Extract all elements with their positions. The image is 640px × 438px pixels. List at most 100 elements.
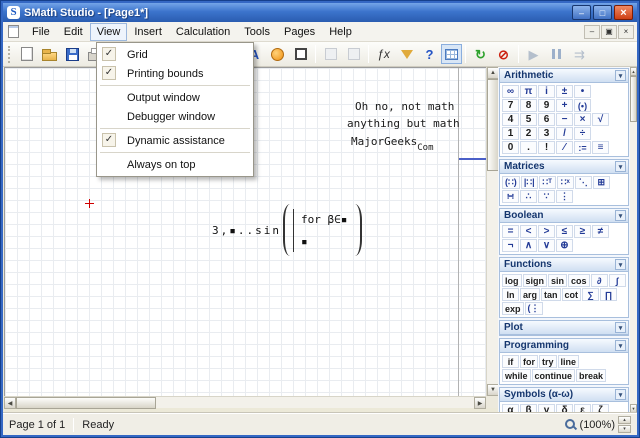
menu-calculation[interactable]: Calculation [169,23,237,41]
palette-button[interactable]: break [576,369,607,382]
palette-button[interactable]: − [556,113,573,126]
palette-button[interactable]: ∫ [608,274,626,287]
palette-button[interactable]: ∞ [502,85,519,98]
menu-item-printing-bounds[interactable]: ✓ Printing bounds [97,64,253,83]
palette-button[interactable]: 5 [520,113,537,126]
palette-button[interactable]: ε [574,404,591,413]
palette-button[interactable]: cot [561,288,582,301]
menu-item-debugger-window[interactable]: Debugger window [97,107,253,126]
menu-item-dynamic-assistance[interactable]: ✓ Dynamic assistance [97,131,253,150]
function-button[interactable]: ƒx [372,43,395,65]
palette-button[interactable]: ∷ˣ [556,176,574,189]
stop-button[interactable]: ⊘ [492,43,515,65]
palette-button[interactable]: ⁄ [556,141,573,154]
text-region-line1[interactable]: Oh no, not math [355,100,454,113]
palette-button[interactable]: ≠ [592,225,609,238]
palette-button[interactable]: tan [541,288,561,301]
toolbar-grip[interactable] [8,45,11,63]
chevron-down-icon[interactable]: ▾ [615,259,626,270]
palette-button[interactable]: (•) [574,99,591,112]
palette-button[interactable]: / [556,127,573,140]
palette-button[interactable]: √ [592,113,609,126]
palette-button[interactable]: ζ [592,404,609,413]
menu-view[interactable]: View [89,22,128,41]
open-button[interactable] [38,43,61,65]
palette-button[interactable]: ∺ [502,190,519,203]
menu-item-grid[interactable]: ✓ Grid [97,45,253,64]
palette-button[interactable]: continue [531,369,576,382]
mdi-restore-button[interactable]: ▣ [601,24,617,39]
palette-button[interactable]: ≥ [574,225,591,238]
palette-button[interactable]: δ [556,404,573,413]
math-region[interactable]: 3,▪..sin for β∈▪ ▪ [212,204,363,256]
palette-button[interactable]: ∴ [520,190,537,203]
palette-button[interactable]: 1 [502,127,519,140]
menu-pages[interactable]: Pages [277,23,322,41]
menu-help[interactable]: Help [322,23,359,41]
sidebar-scrollbar[interactable]: ▲ ▼ [630,67,637,413]
scroll-thumb[interactable] [16,397,156,409]
palette-button[interactable]: ⋱ [574,176,592,189]
palette-button[interactable]: ⊞ [592,176,610,189]
palette-button[interactable]: line [557,355,580,368]
palette-button[interactable]: ln [502,288,519,301]
palette-button[interactable]: exp [502,302,524,315]
palette-button[interactable]: ± [556,85,573,98]
menu-item-output-window[interactable]: Output window [97,88,253,107]
panel-plot-header[interactable]: Plot ▾ [500,321,628,335]
zoom-increase-button[interactable]: ▴ [618,416,631,424]
chevron-down-icon[interactable]: ▾ [615,322,626,333]
palette-button[interactable]: ÷ [574,127,591,140]
palette-button[interactable]: < [520,225,537,238]
units-button[interactable] [395,43,418,65]
panel-programming-header[interactable]: Programming ▾ [500,339,628,353]
palette-button[interactable]: = [502,225,519,238]
palette-button[interactable]: ⋮ [556,190,573,203]
border-button[interactable] [289,43,312,65]
scroll-left-button[interactable]: ◀ [4,397,16,409]
menu-file[interactable]: File [25,23,57,41]
chevron-down-icon[interactable]: ▾ [615,70,626,81]
mdi-minimize-button[interactable]: – [584,24,600,39]
palette-button[interactable]: (⋮ [524,302,543,315]
background-color-button[interactable] [266,43,289,65]
panel-arithmetic-header[interactable]: Arithmetic ▾ [500,69,628,83]
palette-button[interactable]: log [502,274,522,287]
palette-button[interactable]: ∷ᵀ [538,176,556,189]
panel-boolean-header[interactable]: Boolean ▾ [500,209,628,223]
palette-button[interactable]: := [574,141,591,154]
chevron-down-icon[interactable]: ▾ [615,210,626,221]
palette-button[interactable]: 9 [538,99,555,112]
close-button[interactable]: × [614,5,633,20]
scroll-right-button[interactable]: ▶ [474,397,486,409]
palette-button[interactable]: 7 [502,99,519,112]
palette-button[interactable]: ∏ [600,288,618,301]
palette-button[interactable]: cos [568,274,590,287]
palette-button[interactable]: > [538,225,555,238]
menu-tools[interactable]: Tools [237,23,277,41]
palette-button[interactable]: sign [522,274,548,287]
palette-button[interactable]: + [556,99,573,112]
palette-button[interactable]: |∷| [520,176,538,189]
palette-button[interactable]: ∵ [538,190,555,203]
palette-button[interactable]: ≤ [556,225,573,238]
palette-button[interactable]: try [539,355,557,368]
text-region-brand[interactable]: MajorGeeksCom [351,135,434,153]
palette-button[interactable]: γ [538,404,555,413]
palette-button[interactable]: • [574,85,591,98]
palette-button[interactable]: 3 [538,127,555,140]
panel-functions-header[interactable]: Functions ▾ [500,258,628,272]
menu-insert[interactable]: Insert [127,23,169,41]
palette-button[interactable]: ⊕ [556,239,573,252]
recalculate-button[interactable]: ↻ [469,43,492,65]
palette-button[interactable]: 4 [502,113,519,126]
palette-button[interactable]: 0 [502,141,519,154]
palette-button[interactable]: arg [520,288,541,301]
scroll-thumb[interactable] [630,76,637,122]
palette-button[interactable]: × [574,113,591,126]
palette-button[interactable]: ∂ [590,274,608,287]
panel-symbols-header[interactable]: Symbols (α-ω) ▾ [500,388,628,402]
app-icon[interactable]: S [7,6,20,19]
reference-button[interactable]: ? [418,43,441,65]
palette-button[interactable]: (∷) [502,176,520,189]
